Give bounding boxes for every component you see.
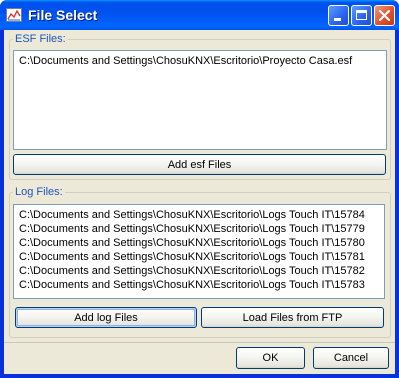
maximize-button[interactable]: [351, 5, 372, 26]
close-button[interactable]: [374, 5, 395, 26]
ok-button[interactable]: OK: [236, 347, 305, 369]
dialog-body: ESF Files: C:\Documents and Settings\Cho…: [4, 30, 395, 374]
log-files-list[interactable]: C:\Documents and Settings\ChosuKNX\Escri…: [13, 204, 385, 299]
close-icon: [378, 9, 391, 22]
minimize-button[interactable]: [328, 5, 349, 26]
list-item[interactable]: C:\Documents and Settings\ChosuKNX\Escri…: [14, 278, 384, 292]
load-files-from-ftp-button[interactable]: Load Files from FTP: [201, 307, 384, 328]
add-log-files-button[interactable]: Add log Files: [15, 307, 197, 328]
esf-files-list[interactable]: C:\Documents and Settings\ChosuKNX\Escri…: [13, 50, 387, 150]
list-item[interactable]: C:\Documents and Settings\ChosuKNX\Escri…: [14, 264, 384, 278]
esf-files-legend: ESF Files:: [13, 33, 68, 46]
maximize-icon: [356, 10, 367, 20]
minimize-icon: [334, 18, 341, 21]
cancel-button[interactable]: Cancel: [313, 347, 389, 369]
chart-icon: [6, 7, 22, 23]
list-item[interactable]: C:\Documents and Settings\ChosuKNX\Escri…: [14, 250, 384, 264]
add-esf-files-button[interactable]: Add esf Files: [13, 154, 386, 175]
window-title: File Select: [28, 7, 98, 23]
list-item[interactable]: C:\Documents and Settings\ChosuKNX\Escri…: [14, 222, 384, 236]
list-item[interactable]: C:\Documents and Settings\ChosuKNX\Escri…: [14, 54, 386, 68]
list-item[interactable]: C:\Documents and Settings\ChosuKNX\Escri…: [14, 236, 384, 250]
list-item[interactable]: C:\Documents and Settings\ChosuKNX\Escri…: [14, 208, 384, 222]
log-files-legend: Log Files:: [13, 186, 65, 199]
file-select-window: File Select ESF Files: C:\Documents and …: [0, 0, 399, 378]
title-bar[interactable]: File Select: [0, 0, 399, 30]
